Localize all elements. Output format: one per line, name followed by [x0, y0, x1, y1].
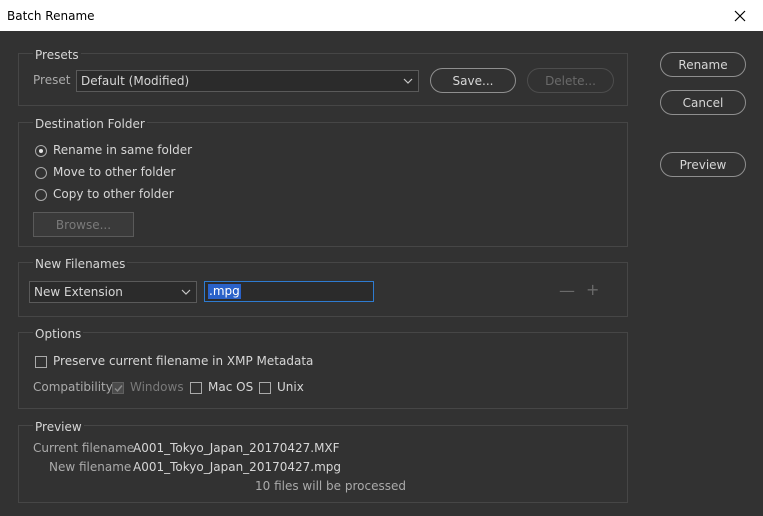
options-legend: Options	[33, 327, 84, 341]
title-bar: Batch Rename	[0, 0, 763, 31]
options-group	[18, 332, 628, 409]
cancel-button[interactable]: Cancel	[660, 90, 746, 115]
copy-other-folder-label: Copy to other folder	[53, 187, 174, 201]
browse-label: Browse...	[55, 217, 112, 232]
preview-button[interactable]: Preview	[660, 152, 746, 177]
current-filename-label: Current filename	[33, 441, 135, 455]
files-processed-summary: 10 files will be processed	[255, 479, 406, 493]
save-preset-button[interactable]: Save...	[430, 68, 516, 93]
remove-rule-button[interactable]: —	[559, 281, 575, 300]
window-title: Batch Rename	[7, 9, 95, 23]
extension-value: .mpg	[208, 284, 241, 299]
rename-type-value: New Extension	[34, 285, 123, 299]
check-icon	[114, 385, 123, 393]
rename-type-select[interactable]: New Extension	[29, 281, 197, 303]
macos-checkbox[interactable]	[190, 382, 202, 394]
current-filename-value: A001_Tokyo_Japan_20170427.MXF	[133, 441, 340, 455]
delete-preset-button[interactable]: Delete...	[527, 68, 614, 93]
chevron-down-icon	[181, 289, 191, 295]
unix-checkbox[interactable]	[259, 382, 271, 394]
radio-rename-same-folder[interactable]	[35, 145, 47, 157]
windows-label: Windows	[130, 380, 184, 394]
preview-label: Preview	[679, 157, 727, 172]
compatibility-label: Compatibility	[33, 380, 113, 394]
rename-button[interactable]: Rename	[660, 52, 746, 77]
radio-move-other-folder[interactable]	[35, 167, 47, 179]
add-rule-button[interactable]: +	[586, 280, 599, 299]
new-filename-label: New filename	[49, 460, 132, 474]
extension-input[interactable]: .mpg	[204, 281, 374, 302]
preset-select[interactable]: Default (Modified)	[76, 70, 419, 92]
move-other-folder-label: Move to other folder	[53, 165, 176, 179]
macos-label: Mac OS	[208, 380, 254, 394]
destination-legend: Destination Folder	[33, 117, 147, 131]
new-filename-value: A001_Tokyo_Japan_20170427.mpg	[133, 460, 341, 474]
preserve-filename-label: Preserve current filename in XMP Metadat…	[53, 354, 314, 368]
close-icon	[734, 10, 746, 21]
new-filenames-legend: New Filenames	[33, 257, 128, 271]
browse-button[interactable]: Browse...	[33, 212, 134, 237]
preserve-filename-checkbox[interactable]	[35, 356, 47, 368]
chevron-down-icon	[403, 78, 413, 84]
preset-label: Preset	[33, 73, 71, 87]
cancel-label: Cancel	[682, 95, 724, 110]
preset-select-value: Default (Modified)	[81, 74, 190, 88]
unix-label: Unix	[277, 380, 304, 394]
rename-label: Rename	[678, 57, 728, 72]
presets-legend: Presets	[33, 48, 81, 62]
windows-checkbox[interactable]	[112, 382, 124, 394]
delete-preset-label: Delete...	[545, 73, 596, 88]
rename-same-folder-label: Rename in same folder	[53, 143, 193, 157]
radio-copy-other-folder[interactable]	[35, 189, 47, 201]
save-preset-label: Save...	[452, 73, 494, 88]
preview-legend: Preview	[33, 420, 84, 434]
close-button[interactable]	[717, 0, 763, 31]
